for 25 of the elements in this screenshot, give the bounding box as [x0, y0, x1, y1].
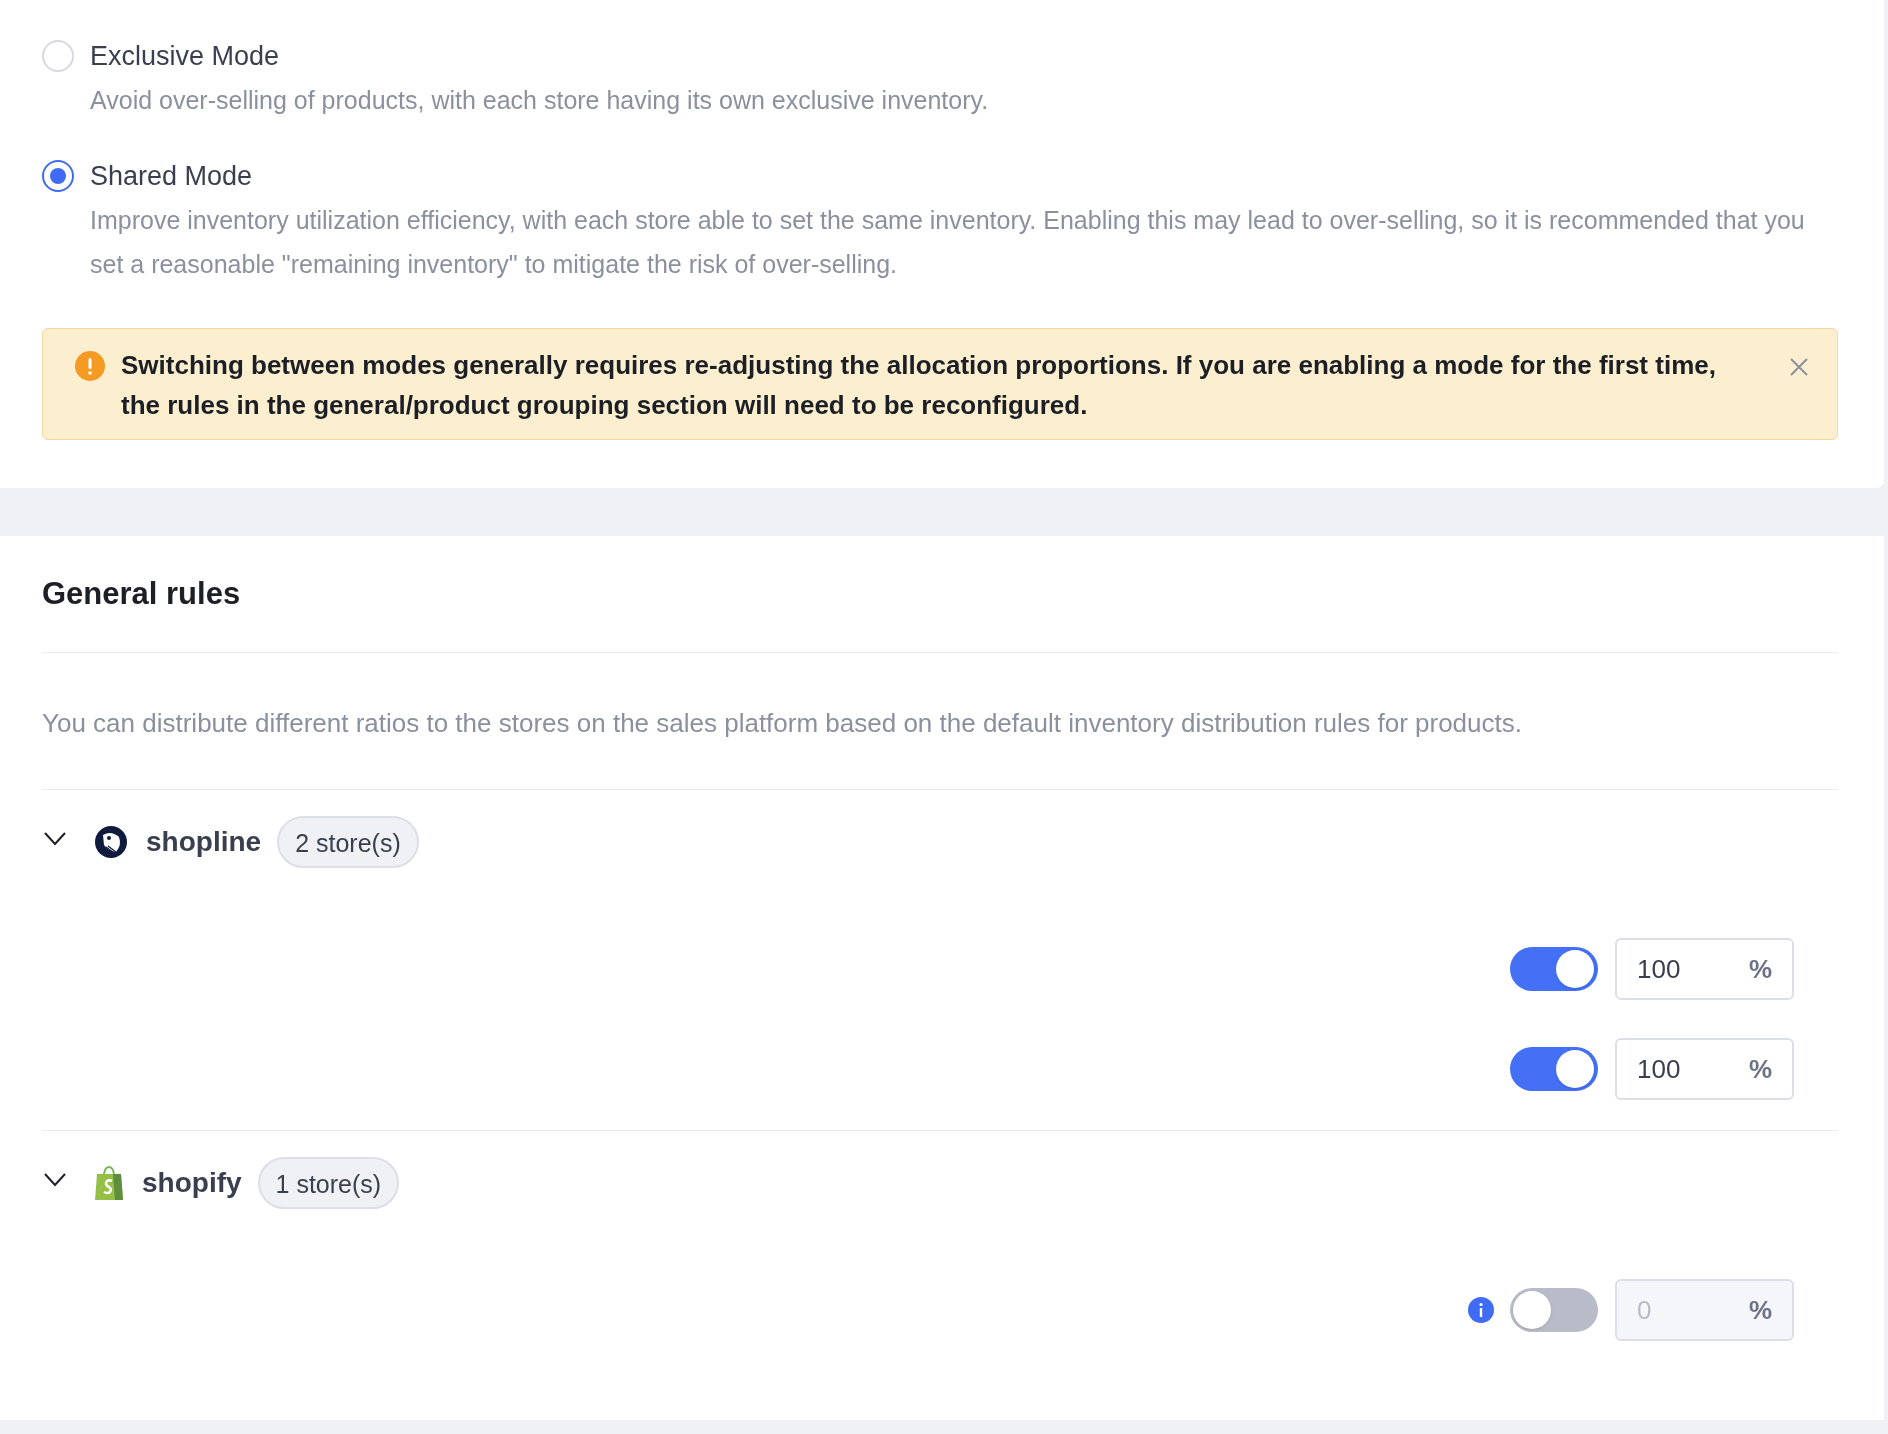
bird-logo-icon: [94, 825, 128, 859]
mode-description: Avoid over-selling of products, with each store having its own exclusive inventory.: [90, 85, 990, 116]
warning-icon: [75, 351, 105, 381]
mode-label[interactable]: Shared Mode: [90, 158, 253, 194]
mode-label[interactable]: Exclusive Mode: [90, 38, 280, 74]
section-title: General rules: [42, 536, 1838, 653]
toggle-switch[interactable]: [1510, 1047, 1598, 1091]
chevron-icon[interactable]: [44, 1173, 66, 1187]
store-count-badge: 1 store(s): [257, 1157, 400, 1209]
info-icon[interactable]: [1468, 1297, 1494, 1323]
radio-button[interactable]: [42, 160, 74, 192]
close-icon[interactable]: [1789, 357, 1809, 377]
chevron-icon[interactable]: [44, 832, 66, 846]
platform-name: shopline: [146, 825, 262, 859]
mode-description: Improve inventory utilization efficiency, with each store able to set the same inventory. Enabling this may lead to over-selling, so it is recommended that you set a reasonable "remaining inventory" to mitigate the risk of over-selling.: [90, 205, 1806, 280]
percentage-field[interactable]: 100 %: [1615, 938, 1794, 1000]
percentage-field[interactable]: 0 %: [1615, 1279, 1794, 1341]
toggle-switch[interactable]: [1510, 1288, 1598, 1332]
percentage-field[interactable]: 100 %: [1615, 1038, 1794, 1100]
alert-message: Switching between modes generally requires re-adjusting the allocation proportions. If you are enabling a mode for the first time, the rules in the general/product grouping section will need to be reconfigured.: [121, 349, 1717, 422]
shopping-bag-icon: [94, 1165, 124, 1201]
toggle-switch[interactable]: [1510, 947, 1598, 991]
section-description: You can distribute different ratios to the stores on the sales platform based on the default inventory distribution rules for products.: [42, 653, 1838, 790]
platform-name: shopify: [142, 1166, 242, 1200]
store-count-badge: 2 store(s): [277, 816, 419, 868]
